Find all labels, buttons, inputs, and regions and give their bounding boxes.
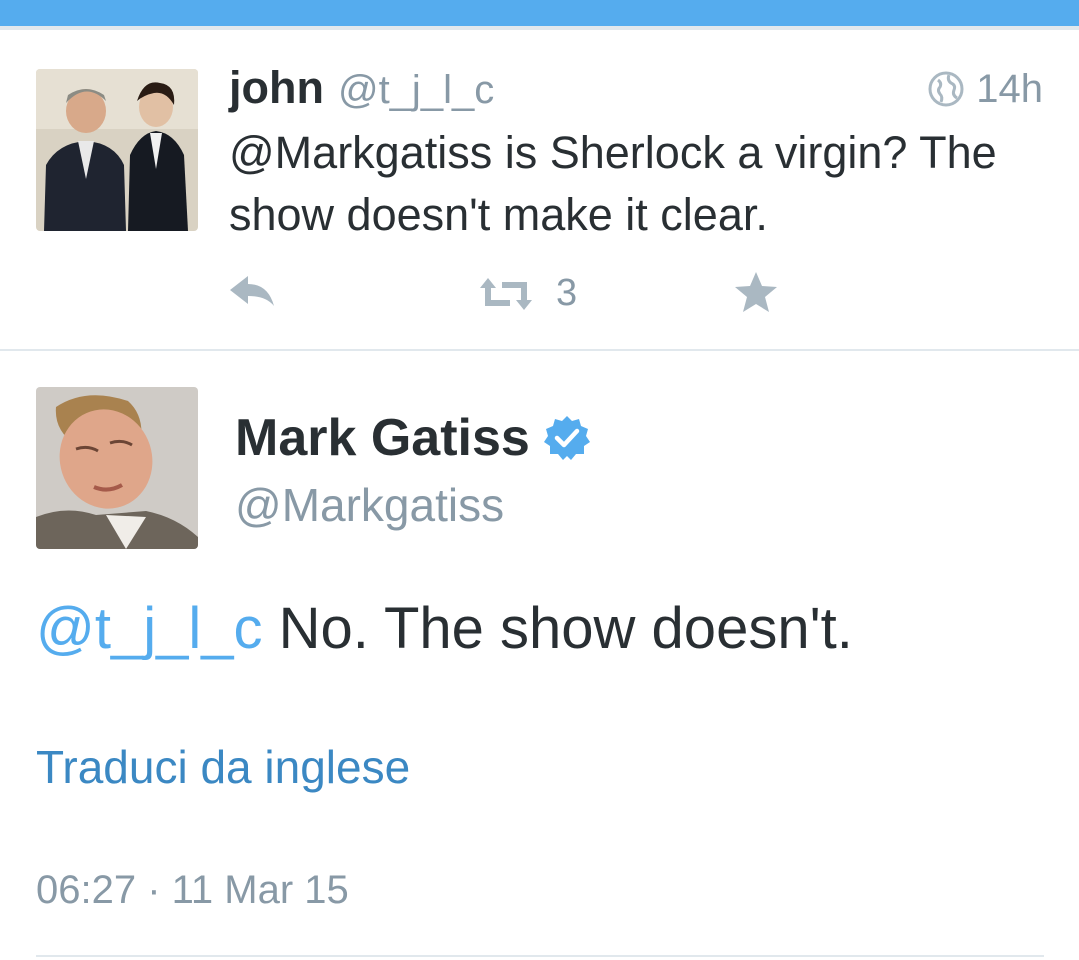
top-bar-shadow — [0, 26, 1079, 30]
retweet-icon — [480, 277, 532, 310]
author-handle[interactable]: @t_j_l_c — [338, 68, 494, 113]
tweet-context-header: john @t_j_l_c — [229, 62, 494, 118]
star-icon — [735, 272, 777, 312]
mention-link[interactable]: @t_j_l_c — [36, 596, 263, 661]
avatar-john[interactable] — [36, 69, 198, 231]
favorite-button[interactable] — [733, 270, 779, 314]
retweet-count: 3 — [556, 272, 578, 314]
author-name[interactable]: Mark Gatiss — [235, 408, 530, 468]
retweet-button[interactable]: 3 — [478, 272, 577, 315]
top-action-bar — [0, 0, 1079, 26]
tweet-context-text: @Markgatiss is Sherlock a virgin? The sh… — [229, 127, 997, 240]
verified-badge-icon — [543, 416, 590, 460]
globe-icon — [928, 71, 964, 107]
reply-icon — [230, 276, 274, 306]
translate-link[interactable]: Traduci da inglese — [36, 740, 410, 794]
reply-button[interactable] — [228, 272, 276, 312]
author-handle[interactable]: @Markgatiss — [235, 478, 504, 532]
author-name[interactable]: john — [229, 62, 324, 114]
tweet-time[interactable]: 14h — [976, 67, 1043, 112]
tweet-timestamp: 06:27 · 11 Mar 15 — [36, 868, 349, 912]
tweet-context-meta: 14h — [928, 66, 1043, 112]
tweet-main-author-row[interactable]: Mark Gatiss — [235, 408, 590, 468]
avatar-markgatiss[interactable] — [36, 387, 198, 549]
tweet-body: No. The show doesn't. — [262, 596, 853, 661]
tweet-main-text: @t_j_l_c No. The show doesn't. — [36, 594, 1046, 664]
tweet-divider — [0, 349, 1079, 351]
bottom-divider — [36, 955, 1044, 957]
